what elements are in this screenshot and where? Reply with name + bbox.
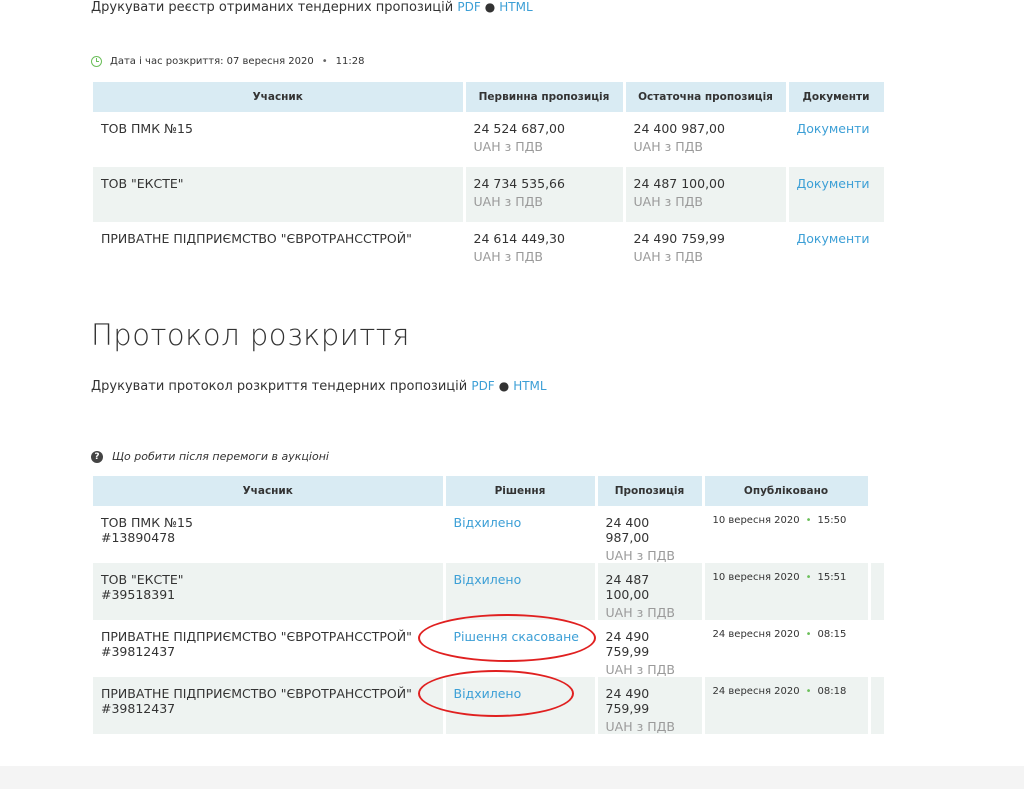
row-spacer xyxy=(869,506,887,563)
participant-id: #39812437 xyxy=(101,644,176,659)
final-bid-amount: 24 490 759,99 xyxy=(633,231,725,246)
participant-name: ТОВ ПМК №15 xyxy=(93,112,466,167)
published-date: 24 вересня 2020 xyxy=(712,686,800,697)
decisions-table: Учасник Рішення Пропозиція Опубліковано … xyxy=(93,476,887,734)
help-text[interactable]: Що робити після перемоги в аукціоні xyxy=(112,450,329,463)
page-title: Протокол розкриття xyxy=(91,318,410,352)
column-header-spacer xyxy=(869,476,887,506)
opening-time-text: 11:28 xyxy=(335,56,365,67)
print-protocol-pdf-link[interactable]: PDF xyxy=(471,379,494,393)
participant-name: ТОВ ПМК №15 xyxy=(101,515,193,530)
published-time: 15:51 xyxy=(817,572,847,583)
participant-name: ТОВ "ЕКСТЕ" xyxy=(93,167,466,222)
participant-id: #39812437 xyxy=(101,701,176,716)
bid-amount: 24 490 759,99 xyxy=(605,686,650,716)
currency-label: UAH з ПДВ xyxy=(633,194,703,209)
help-link[interactable]: ? Що робити після перемоги в аукціоні xyxy=(91,450,329,463)
published-date: 24 вересня 2020 xyxy=(712,629,800,640)
final-bid-amount: 24 400 987,00 xyxy=(633,121,725,136)
decision-link[interactable]: Відхилено xyxy=(454,572,522,587)
table-row: ТОВ "ЕКСТЕ" #39518391 Відхилено 24 487 10… xyxy=(93,563,887,620)
table-row: ПРИВАТНЕ ПІДПРИЄМСТВО "ЄВРОТРАНССТРОЙ" 2… xyxy=(93,222,887,277)
decision-link[interactable]: Відхилено xyxy=(454,515,522,530)
participant-id: #13890478 xyxy=(101,530,176,545)
table-row: ТОВ ПМК №15 24 524 687,00 UAH з ПДВ 24 40… xyxy=(93,112,887,167)
participant-name: ПРИВАТНЕ ПІДПРИЄМСТВО "ЄВРОТРАНССТРОЙ" xyxy=(101,686,412,701)
table-row: ТОВ "ЕКСТЕ" 24 734 535,66 UAH з ПДВ 24 48… xyxy=(93,167,887,222)
bullet-separator: • xyxy=(805,686,812,697)
column-header: Учасник xyxy=(93,82,466,112)
currency-label: UAH з ПДВ xyxy=(605,605,675,620)
column-header: Первинна пропозиція xyxy=(464,82,626,112)
column-header: Учасник xyxy=(93,476,446,506)
initial-bid-amount: 24 734 535,66 xyxy=(473,176,565,191)
print-protocol-text: Друкувати протокол розкриття тендерних п… xyxy=(91,379,468,394)
decision-link[interactable]: Відхилено xyxy=(454,686,522,701)
footer-band xyxy=(0,766,1024,789)
row-spacer xyxy=(869,677,887,734)
currency-label: UAH з ПДВ xyxy=(473,249,543,264)
table-row: ПРИВАТНЕ ПІДПРИЄМСТВО "ЄВРОТРАНССТРОЙ" #3… xyxy=(93,677,887,734)
opening-date-text: Дата і час розкриття: 07 вересня 2020 xyxy=(110,56,314,67)
row-spacer xyxy=(869,563,887,620)
bid-amount: 24 400 987,00 xyxy=(605,515,650,545)
question-icon: ? xyxy=(91,450,103,463)
bullet-separator: ● xyxy=(484,0,496,14)
currency-label: UAH з ПДВ xyxy=(473,194,543,209)
print-protocol-html-link[interactable]: HTML xyxy=(513,379,546,393)
currency-label: UAH з ПДВ xyxy=(605,719,675,734)
participant-name: ПРИВАТНЕ ПІДПРИЄМСТВО "ЄВРОТРАНССТРОЙ" xyxy=(93,222,466,277)
bid-amount: 24 487 100,00 xyxy=(605,572,650,602)
print-protocol-line: Друкувати протокол розкриття тендерних п… xyxy=(91,379,547,394)
currency-label: UAH з ПДВ xyxy=(605,662,675,677)
table-row: ПРИВАТНЕ ПІДПРИЄМСТВО "ЄВРОТРАНССТРОЙ" #3… xyxy=(93,620,887,677)
clock-icon xyxy=(91,56,102,67)
currency-label: UAH з ПДВ xyxy=(605,548,675,563)
published-date: 10 вересня 2020 xyxy=(712,515,800,526)
participant-name: ПРИВАТНЕ ПІДПРИЄМСТВО "ЄВРОТРАНССТРОЙ" xyxy=(101,629,412,644)
published-time: 08:15 xyxy=(817,629,847,640)
initial-bid-amount: 24 524 687,00 xyxy=(473,121,565,136)
documents-link[interactable]: Документи xyxy=(797,121,870,136)
column-header: Рішення xyxy=(444,476,598,506)
currency-label: UAH з ПДВ xyxy=(633,249,703,264)
final-bid-amount: 24 487 100,00 xyxy=(633,176,725,191)
published-date: 10 вересня 2020 xyxy=(712,572,800,583)
currency-label: UAH з ПДВ xyxy=(473,139,543,154)
print-registry-html-link[interactable]: HTML xyxy=(499,0,532,14)
documents-link[interactable]: Документи xyxy=(797,231,870,246)
documents-link[interactable]: Документи xyxy=(797,176,870,191)
published-time: 08:18 xyxy=(817,686,847,697)
opening-datetime: Дата і час розкриття: 07 вересня 2020 • … xyxy=(91,56,365,67)
currency-label: UAH з ПДВ xyxy=(633,139,703,154)
participant-id: #39518391 xyxy=(101,587,176,602)
bullet-separator: • xyxy=(805,515,812,526)
participant-name: ТОВ "ЕКСТЕ" xyxy=(101,572,184,587)
bullet-separator: • xyxy=(805,629,812,640)
bullet-separator: • xyxy=(805,572,812,583)
print-registry-text: Друкувати реєстр отриманих тендерних про… xyxy=(91,0,454,15)
column-header: Документи xyxy=(787,82,887,112)
row-spacer xyxy=(869,620,887,677)
print-registry-pdf-link[interactable]: PDF xyxy=(457,0,480,14)
bullet-separator: • xyxy=(321,56,328,67)
column-header: Остаточна пропозиція xyxy=(624,82,789,112)
bids-table: Учасник Первинна пропозиція Остаточна пр… xyxy=(93,82,887,277)
bid-amount: 24 490 759,99 xyxy=(605,629,650,659)
published-time: 15:50 xyxy=(817,515,847,526)
table-row: ТОВ ПМК №15 #13890478 Відхилено 24 400 98… xyxy=(93,506,887,563)
decision-link[interactable]: Рішення скасоване xyxy=(454,629,579,644)
print-registry-line: Друкувати реєстр отриманих тендерних про… xyxy=(91,0,533,15)
column-header: Пропозиція xyxy=(596,476,705,506)
column-header: Опубліковано xyxy=(703,476,871,506)
initial-bid-amount: 24 614 449,30 xyxy=(473,231,565,246)
bullet-separator: ● xyxy=(498,379,510,393)
